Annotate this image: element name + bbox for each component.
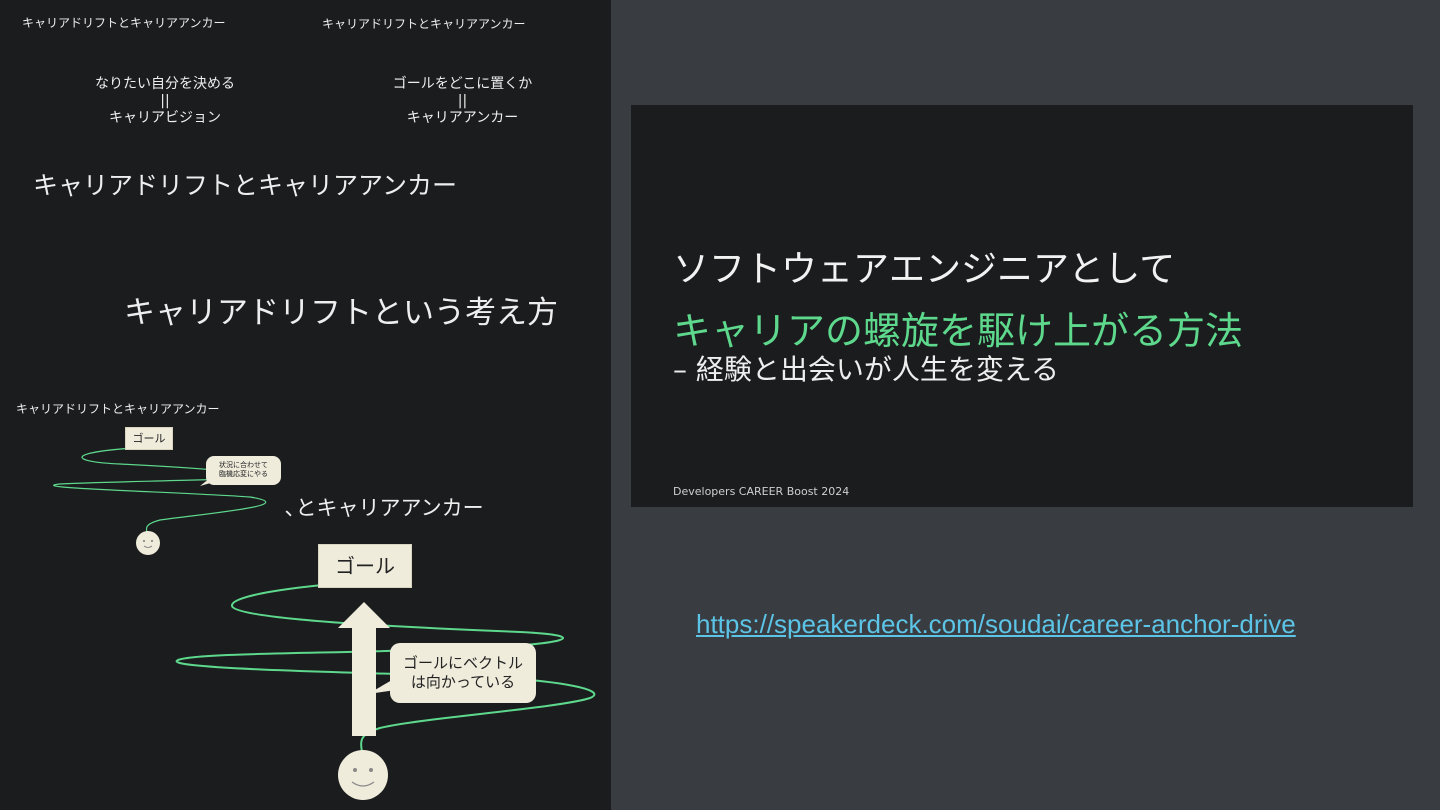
big-face-icon <box>338 750 388 800</box>
title-slide: ソフトウェアエンジニアとして キャリアの螺旋を駆け上がる方法 – 経験と出会いが… <box>631 105 1413 507</box>
small-speech-bubble: 状況に合わせて 臨機応変にやる <box>206 456 281 485</box>
big-goal-box: ゴール <box>318 544 412 588</box>
slide-footer: Developers CAREER Boost 2024 <box>673 485 850 498</box>
big-speech-bubble: ゴールにベクトル は向かっている <box>390 643 536 703</box>
slide-title-line-1: ソフトウェアエンジニアとして <box>673 249 1176 290</box>
small-bubble-line: 臨機応変にやる <box>219 469 268 478</box>
small-bubble-line: 状況に合わせて <box>219 461 268 469</box>
big-bubble-line: ゴールにベクトル <box>402 654 523 672</box>
up-arrow-icon <box>338 602 390 736</box>
left-slide-stack: キャリアドリフトとキャリアアンカー キャリアドリフトとキャリアアンカー なりたい… <box>0 0 611 810</box>
partial-title: ､とキャリアアンカー <box>285 496 484 520</box>
speakerdeck-link[interactable]: https://speakerdeck.com/soudai/career-an… <box>696 609 1296 640</box>
small-goal-box: ゴール <box>125 427 173 450</box>
big-bubble-line: は向かっている <box>410 673 516 691</box>
slide-title-line-2: キャリアの螺旋を駆け上がる方法 <box>673 309 1244 353</box>
small-face-icon <box>136 531 160 555</box>
slide-subtitle: – 経験と出会いが人生を変える <box>673 353 1060 386</box>
